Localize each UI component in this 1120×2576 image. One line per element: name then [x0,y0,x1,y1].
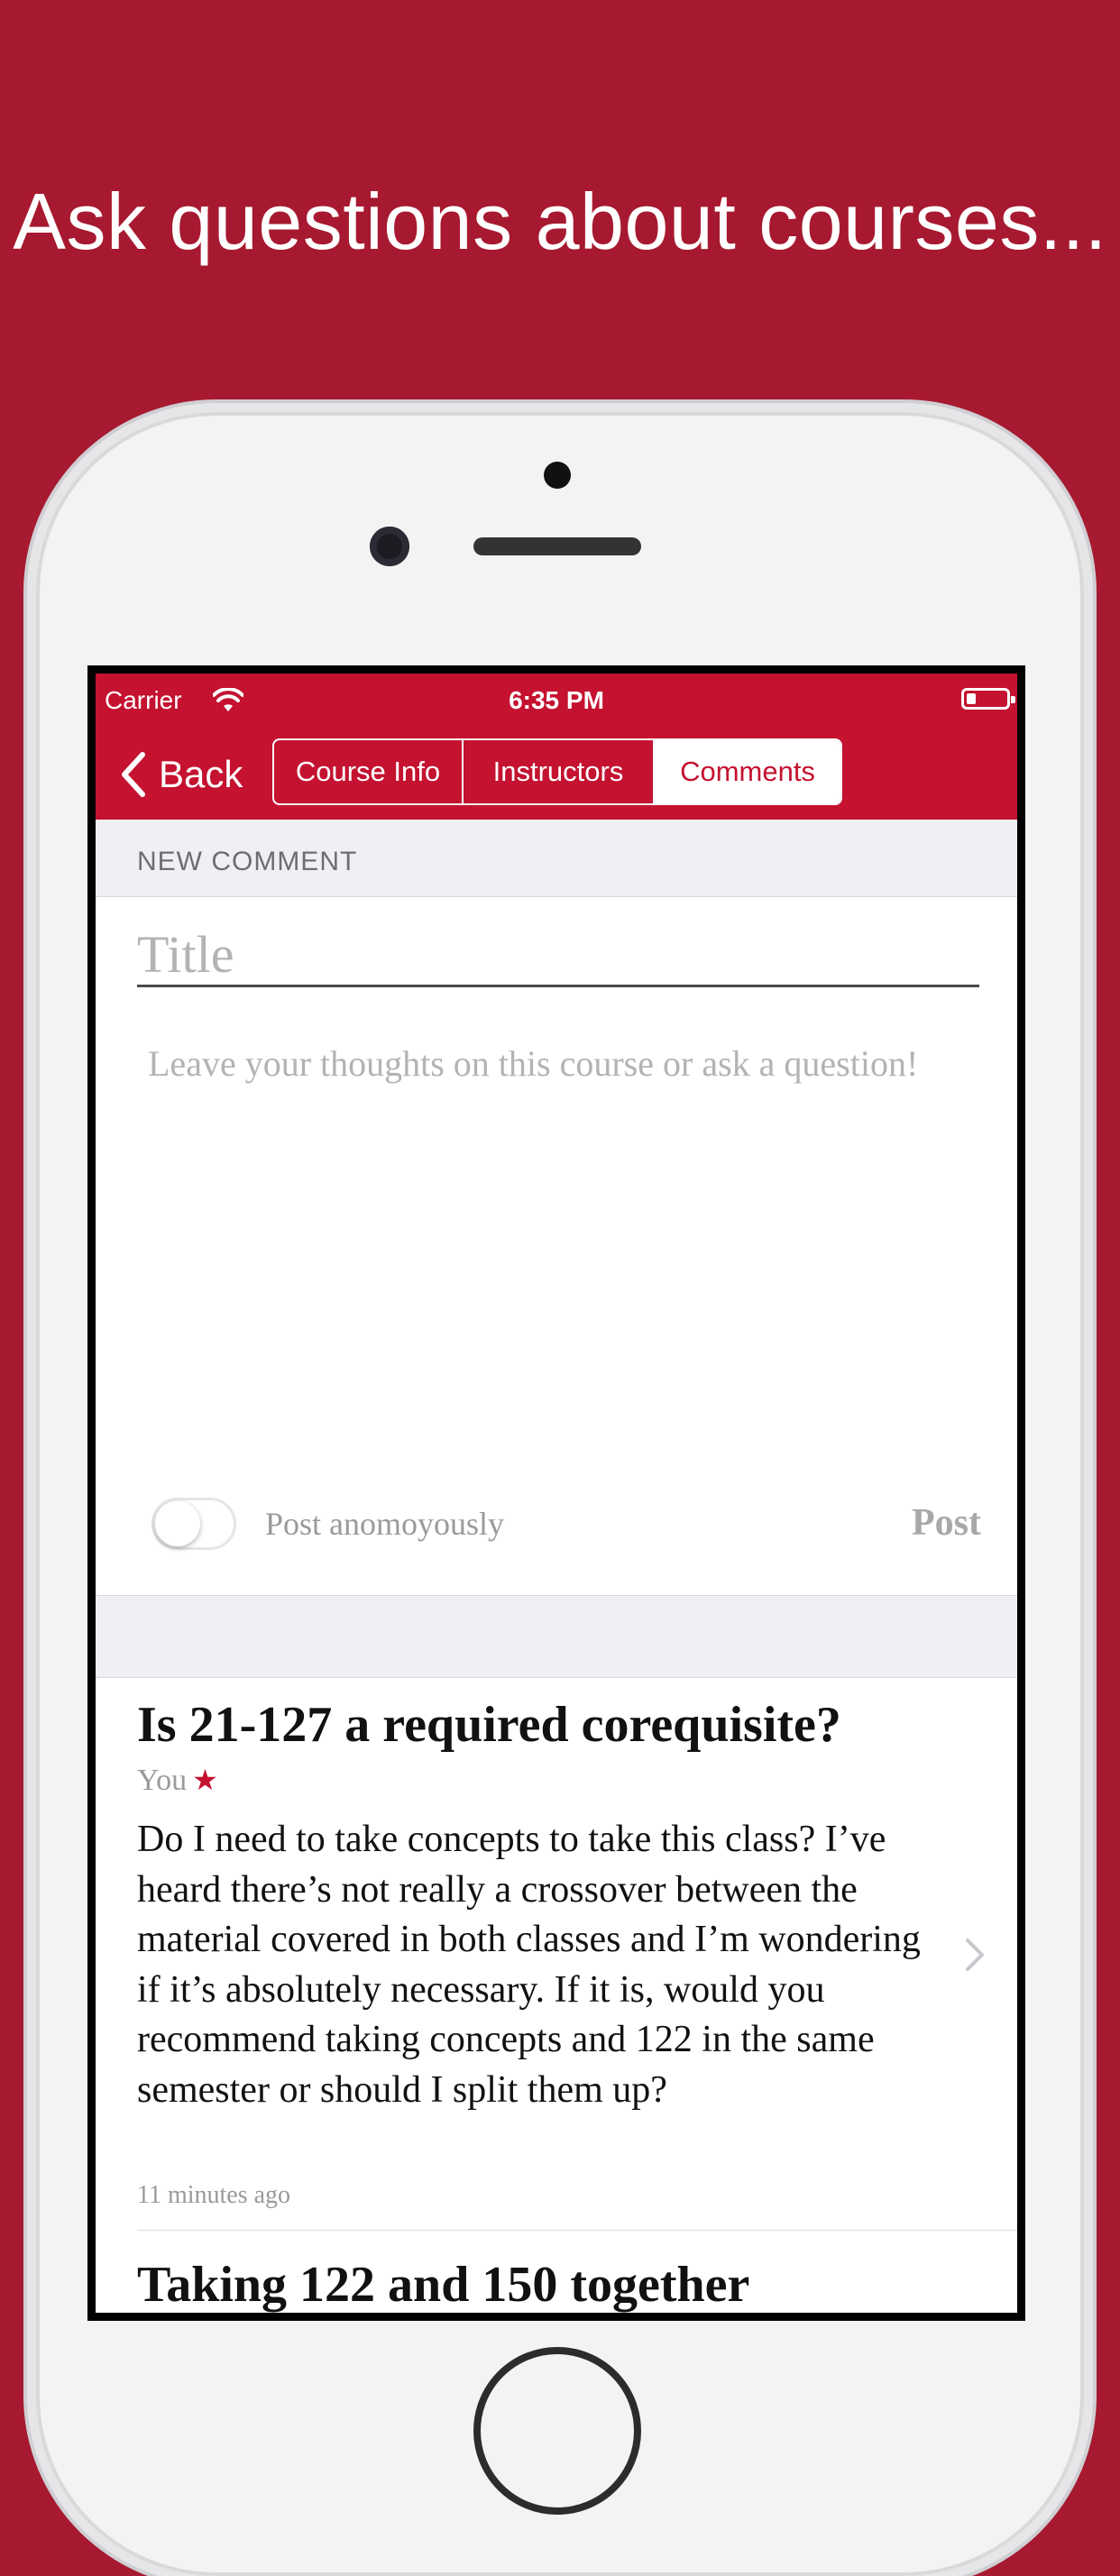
section-label: NEW COMMENT [137,847,358,876]
tab-course-info[interactable]: Course Info [274,740,464,803]
navigation-bar: Carrier 6:35 PM Back Course Info Instruc… [96,674,1017,820]
tab-comments[interactable]: Comments [655,740,840,803]
post-button[interactable]: Post [912,1501,981,1545]
comment-body: Do I need to take concepts to take this … [137,1819,921,2111]
section-separator [96,1595,1017,1678]
row-divider [137,2230,1017,2231]
home-button[interactable] [473,2347,641,2515]
comment-title[interactable]: Is 21-127 a required corequisite? [137,1696,841,1754]
status-bar: Carrier 6:35 PM [96,686,1017,722]
tab-instructors[interactable]: Instructors [464,740,655,803]
back-button[interactable]: Back [119,747,243,802]
chevron-left-icon [122,752,145,797]
battery-icon [961,688,1015,710]
new-comment-section-header: NEW COMMENT [96,820,1017,897]
comment-title-input[interactable]: Title [137,924,979,987]
chevron-right-icon[interactable] [965,1938,985,1972]
status-time: 6:35 PM [509,686,604,714]
anonymous-toggle[interactable] [151,1498,236,1550]
comment-author: You ★ [137,1763,218,1798]
app-screen: Carrier 6:35 PM Back Course Info Instruc… [87,665,1025,2321]
phone-power-button [1083,870,1090,1023]
segmented-control: Course Info Instructors Comments [272,738,842,805]
comment-timestamp: 11 minutes ago [137,2181,291,2209]
promo-headline: Ask questions about courses... [13,177,1107,266]
comment-body-input[interactable]: Leave your thoughts on this course or as… [148,1040,941,1087]
proximity-sensor [544,462,571,489]
anonymous-label: Post anomoyously [265,1506,505,1542]
star-icon: ★ [192,1764,218,1796]
front-camera-icon [370,527,409,566]
comment-title-2[interactable]: Taking 122 and 150 together [137,2256,749,2313]
author-name: You [137,1764,188,1797]
back-label: Back [159,753,243,795]
earpiece-speaker [473,537,641,555]
